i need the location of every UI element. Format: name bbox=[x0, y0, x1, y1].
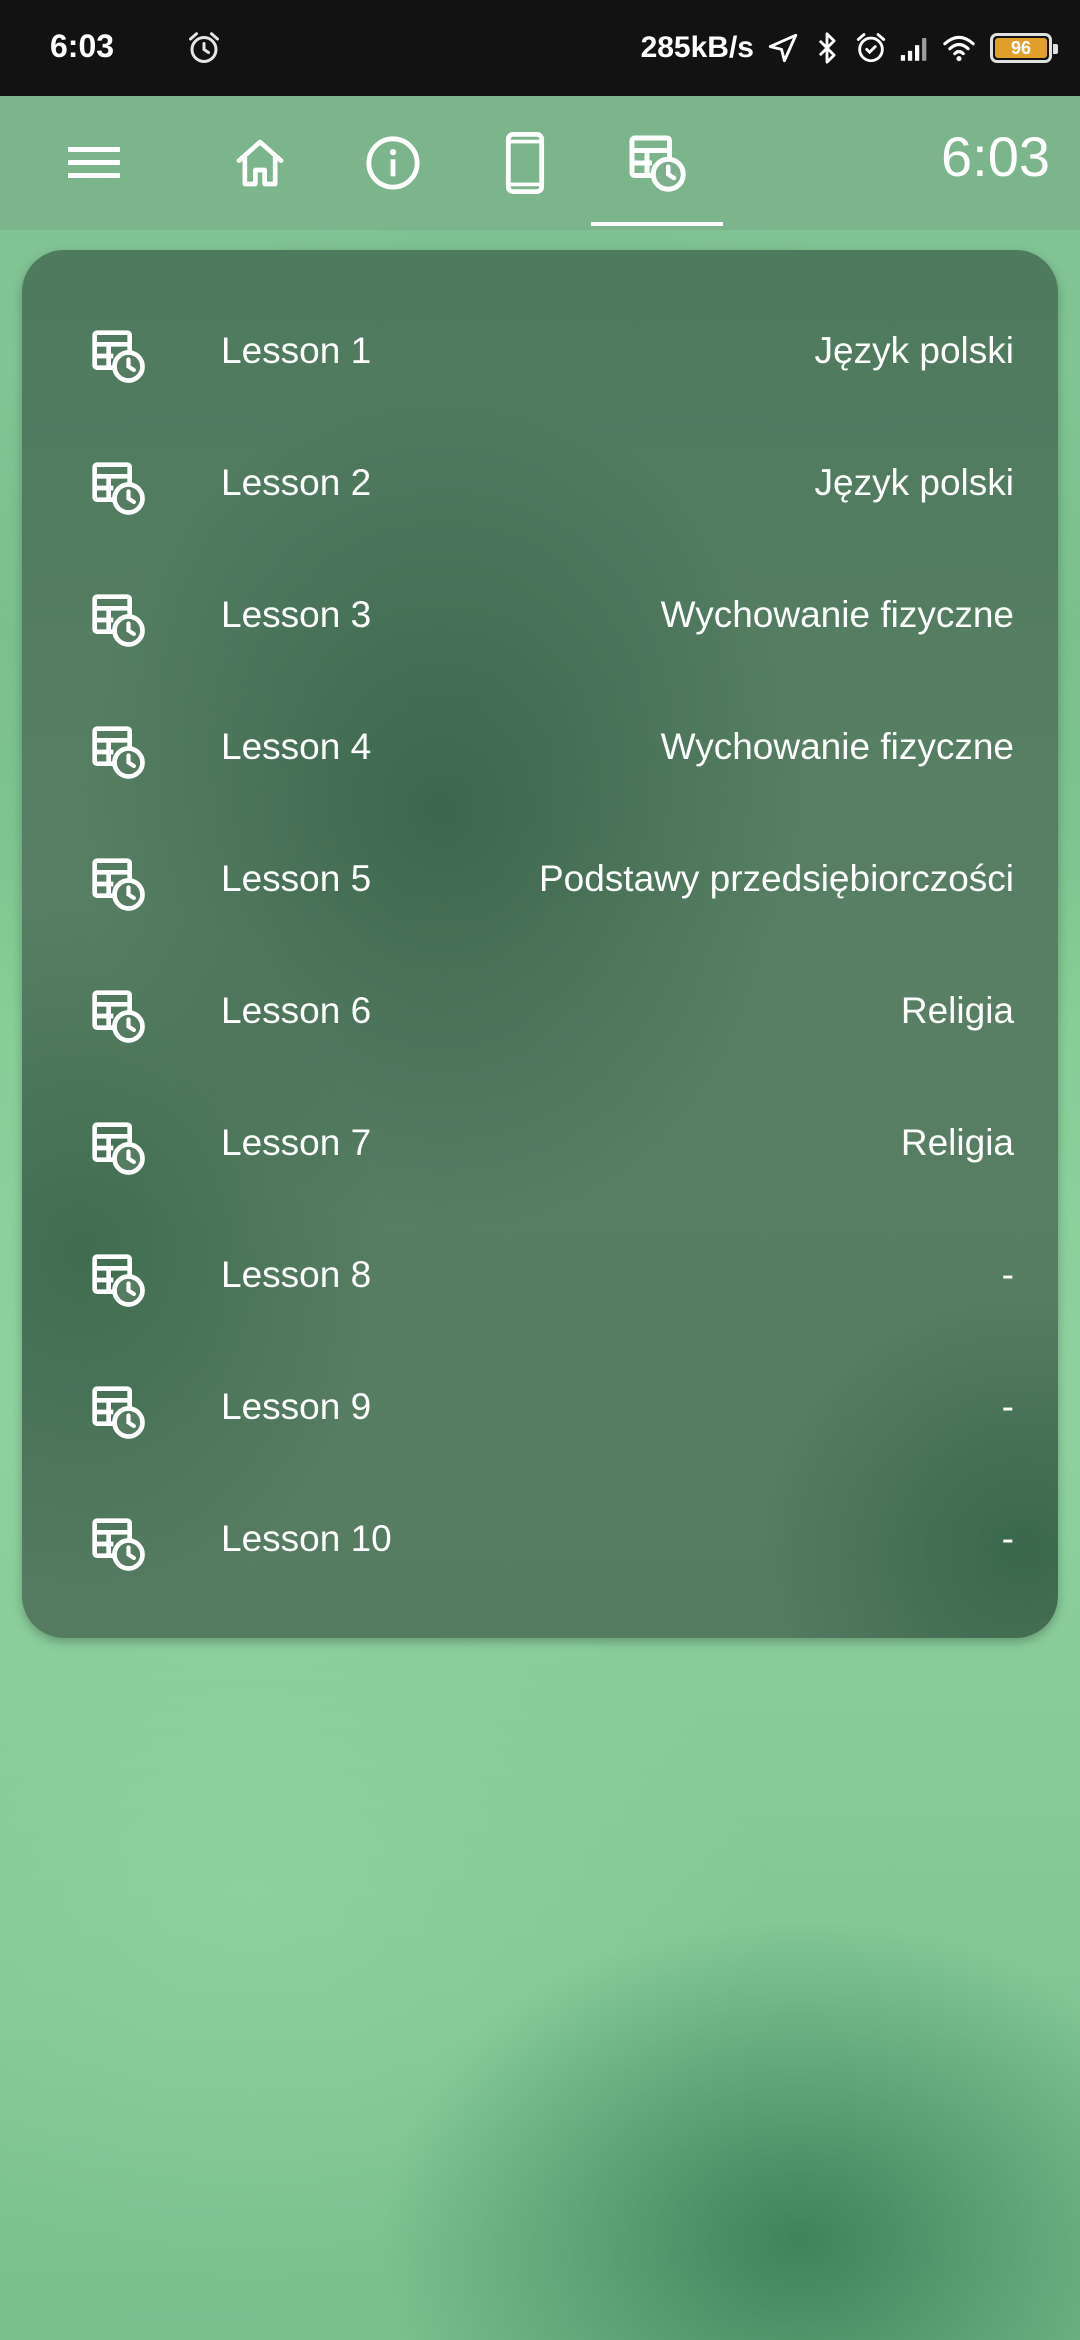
tab-timetable[interactable] bbox=[590, 96, 723, 230]
lesson-label: Lesson 6 bbox=[221, 990, 372, 1031]
battery-icon: 96 bbox=[990, 33, 1058, 63]
battery-level: 96 bbox=[1010, 38, 1032, 58]
phone-device-icon bbox=[505, 132, 545, 194]
lessons-card: Lesson 1 Język polski Lesson 2 Język pol… bbox=[22, 250, 1058, 1638]
lesson-row[interactable]: Lesson 7 Religia bbox=[22, 1076, 1058, 1208]
lesson-row[interactable]: Lesson 6 Religia bbox=[22, 944, 1058, 1076]
app-bar: 6:03 bbox=[0, 96, 1080, 230]
lesson-subject: - bbox=[1001, 1254, 1014, 1295]
lesson-subject: Religia bbox=[900, 1122, 1014, 1163]
lesson-subject: - bbox=[1001, 1386, 1014, 1427]
wifi-icon bbox=[943, 35, 975, 62]
lesson-subject: Podstawy przedsiębiorczości bbox=[538, 858, 1014, 899]
lesson-subject: - bbox=[1001, 1518, 1014, 1559]
lesson-subject: Religia bbox=[900, 990, 1014, 1031]
lesson-row[interactable]: Lesson 2 Język polski bbox=[22, 416, 1058, 548]
timetable-clock-icon bbox=[92, 330, 145, 383]
app-bar-clock: 6:03 bbox=[941, 125, 1050, 188]
location-arrow-icon bbox=[768, 33, 798, 63]
selected-tab-indicator bbox=[591, 222, 723, 226]
timetable-clock-icon bbox=[92, 594, 145, 647]
lesson-label: Lesson 4 bbox=[221, 726, 372, 767]
lesson-row[interactable]: Lesson 9 - bbox=[22, 1340, 1058, 1472]
signal-icon bbox=[900, 38, 927, 61]
timetable-clock-icon bbox=[92, 726, 145, 779]
alarm-icon bbox=[189, 32, 219, 63]
network-speed: 285kB/s bbox=[640, 31, 754, 64]
lesson-label: Lesson 10 bbox=[221, 1518, 392, 1559]
lesson-label: Lesson 3 bbox=[221, 594, 372, 635]
timetable-clock-icon bbox=[92, 1386, 145, 1439]
lesson-row[interactable]: Lesson 5 Podstawy przedsiębiorczości bbox=[22, 812, 1058, 944]
lesson-row[interactable]: Lesson 10 - bbox=[22, 1472, 1058, 1604]
menu-button[interactable] bbox=[50, 96, 140, 230]
status-time: 6:03 bbox=[50, 28, 115, 64]
status-bar: 6:03 285kB/s 96 bbox=[0, 0, 1080, 96]
hamburger-menu-icon bbox=[68, 147, 120, 178]
lesson-label: Lesson 8 bbox=[221, 1254, 372, 1295]
timetable-clock-icon bbox=[629, 135, 686, 192]
lesson-row[interactable]: Lesson 4 Wychowanie fizyczne bbox=[22, 680, 1058, 812]
lesson-label: Lesson 9 bbox=[221, 1386, 372, 1427]
timetable-clock-icon bbox=[92, 858, 145, 911]
timetable-clock-icon bbox=[92, 462, 145, 515]
timetable-clock-icon bbox=[92, 990, 145, 1043]
lesson-row[interactable]: Lesson 8 - bbox=[22, 1208, 1058, 1340]
tab-device[interactable] bbox=[480, 96, 570, 230]
tab-info[interactable] bbox=[348, 96, 438, 230]
lesson-subject: Język polski bbox=[814, 330, 1014, 371]
lesson-subject: Język polski bbox=[814, 462, 1014, 503]
status-right-group: 285kB/s 96 bbox=[640, 24, 1058, 72]
lesson-subject: Wychowanie fizyczne bbox=[660, 594, 1014, 635]
alarm-icon bbox=[856, 33, 886, 63]
lesson-label: Lesson 2 bbox=[221, 462, 372, 503]
lesson-label: Lesson 5 bbox=[221, 858, 372, 899]
lesson-row[interactable]: Lesson 3 Wychowanie fizyczne bbox=[22, 548, 1058, 680]
tab-home[interactable] bbox=[215, 96, 305, 230]
timetable-clock-icon bbox=[92, 1254, 145, 1307]
lesson-label: Lesson 1 bbox=[221, 330, 372, 371]
lesson-row[interactable]: Lesson 1 Język polski bbox=[22, 284, 1058, 416]
bluetooth-icon bbox=[818, 32, 836, 64]
home-icon bbox=[236, 139, 284, 187]
timetable-clock-icon bbox=[92, 1518, 145, 1571]
info-icon bbox=[366, 136, 420, 190]
timetable-clock-icon bbox=[92, 1122, 145, 1175]
lesson-subject: Wychowanie fizyczne bbox=[660, 726, 1014, 767]
lesson-label: Lesson 7 bbox=[221, 1122, 372, 1163]
